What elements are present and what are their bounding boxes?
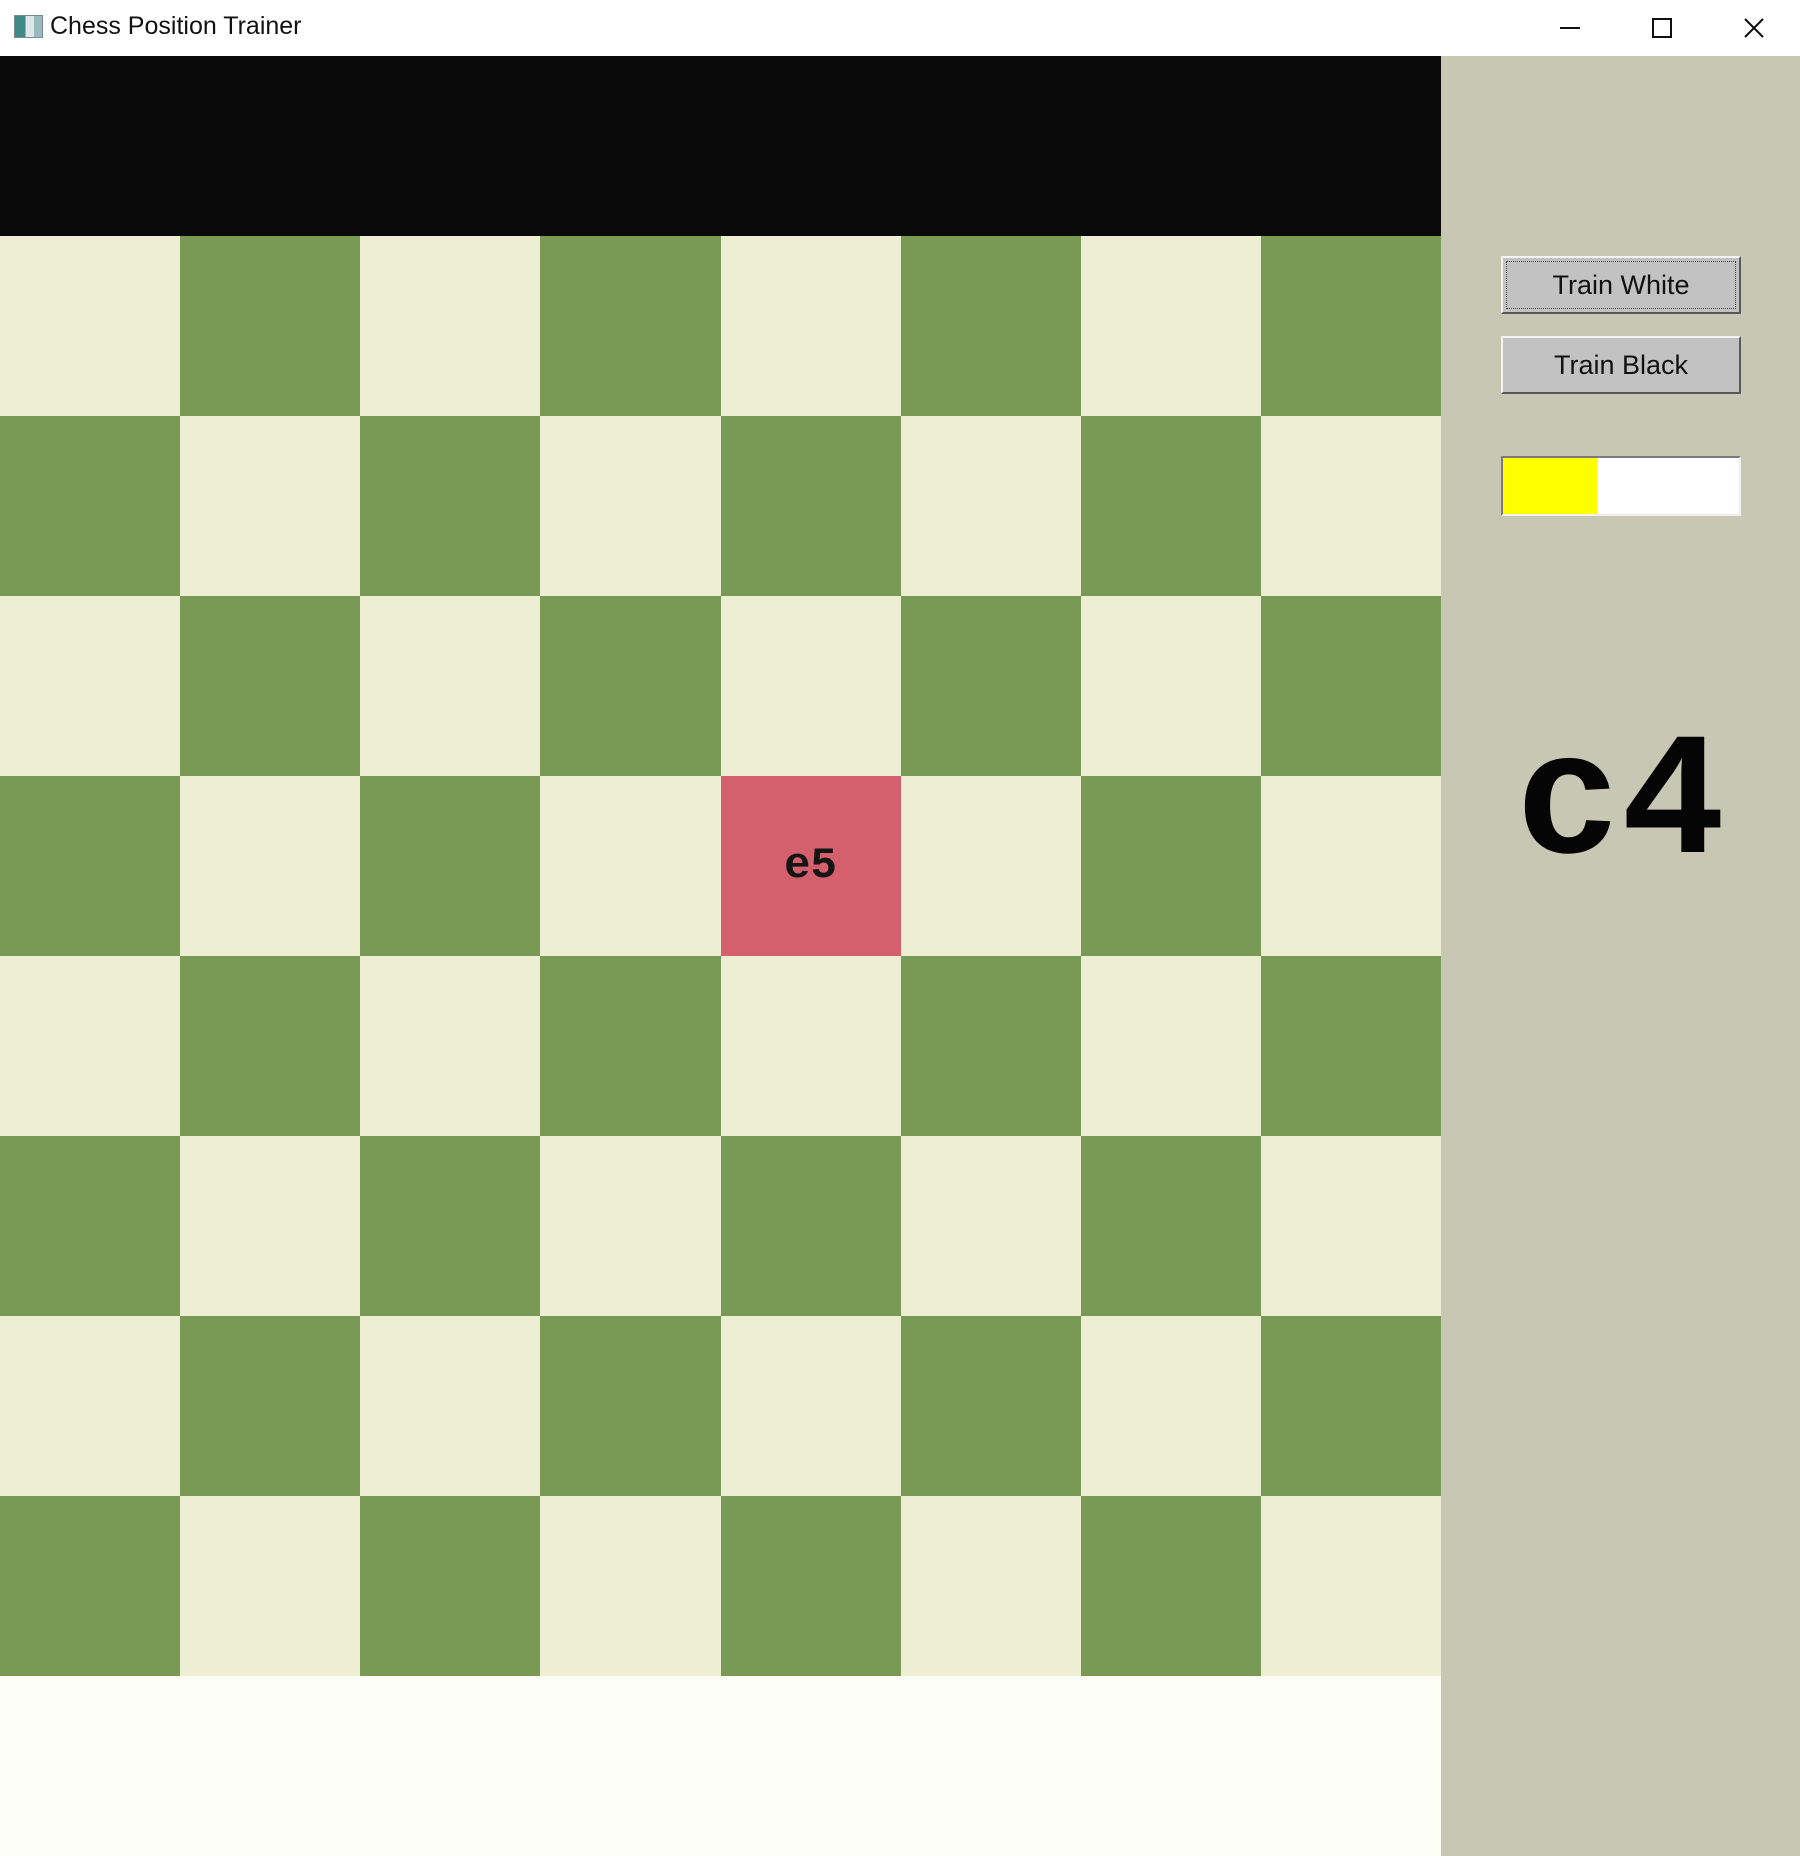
train-white-button[interactable]: Train White xyxy=(1501,256,1741,314)
board-square[interactable] xyxy=(180,1496,361,1676)
close-button[interactable] xyxy=(1708,0,1800,56)
board-square[interactable] xyxy=(0,596,181,776)
board-square[interactable] xyxy=(540,596,721,776)
board-square[interactable] xyxy=(1080,776,1261,956)
board-square[interactable] xyxy=(0,1316,181,1496)
board-square[interactable] xyxy=(540,1496,721,1676)
top-strip xyxy=(0,56,1441,236)
square-label: e5 xyxy=(784,841,837,891)
board-square[interactable] xyxy=(0,236,181,416)
board-square[interactable] xyxy=(0,1136,181,1316)
bottom-strip xyxy=(0,1676,1441,1856)
highlighted-square[interactable]: e5 xyxy=(720,776,901,956)
board-square[interactable] xyxy=(900,956,1081,1136)
board-square[interactable] xyxy=(1080,236,1261,416)
board-square[interactable] xyxy=(900,236,1081,416)
board-square[interactable] xyxy=(720,1136,901,1316)
maximize-button[interactable] xyxy=(1616,0,1708,56)
board-square[interactable] xyxy=(540,1316,721,1496)
board-square[interactable] xyxy=(180,416,361,596)
board-square[interactable] xyxy=(0,416,181,596)
board-square[interactable] xyxy=(540,236,721,416)
board-square[interactable] xyxy=(0,956,181,1136)
board-square[interactable] xyxy=(180,1316,361,1496)
board-square[interactable] xyxy=(540,956,721,1136)
board-square[interactable] xyxy=(360,1136,541,1316)
board-square[interactable] xyxy=(1260,1136,1441,1316)
board-square[interactable] xyxy=(900,776,1081,956)
board-square[interactable] xyxy=(1080,1496,1261,1676)
minimize-icon xyxy=(1560,27,1580,29)
board-square[interactable] xyxy=(900,1496,1081,1676)
chess-board: e5 xyxy=(0,236,1441,1676)
train-black-button[interactable]: Train Black xyxy=(1501,336,1741,394)
board-square[interactable] xyxy=(180,1136,361,1316)
board-square[interactable] xyxy=(360,1496,541,1676)
board-square[interactable] xyxy=(1260,236,1441,416)
target-square-label: c4 xyxy=(1515,706,1726,905)
board-square[interactable] xyxy=(1080,1316,1261,1496)
board-square[interactable] xyxy=(540,776,721,956)
board-square[interactable] xyxy=(1260,416,1441,596)
close-icon xyxy=(1744,18,1764,38)
board-square[interactable] xyxy=(1080,596,1261,776)
board-square[interactable] xyxy=(720,1316,901,1496)
board-square[interactable] xyxy=(1080,1136,1261,1316)
board-square[interactable] xyxy=(0,776,181,956)
board-square[interactable] xyxy=(720,1496,901,1676)
board-square[interactable] xyxy=(1260,956,1441,1136)
progress-fill xyxy=(1503,458,1598,514)
maximize-icon xyxy=(1652,18,1672,38)
board-square[interactable] xyxy=(720,596,901,776)
board-square[interactable] xyxy=(900,1136,1081,1316)
minimize-button[interactable] xyxy=(1524,0,1616,56)
board-square[interactable] xyxy=(180,776,361,956)
board-square[interactable] xyxy=(1080,416,1261,596)
board-square[interactable] xyxy=(720,236,901,416)
progress-bar xyxy=(1501,456,1741,516)
board-square[interactable] xyxy=(180,956,361,1136)
board-square[interactable] xyxy=(360,956,541,1136)
board-square[interactable] xyxy=(900,416,1081,596)
board-square[interactable] xyxy=(360,416,541,596)
board-square[interactable] xyxy=(540,1136,721,1316)
app-icon xyxy=(14,15,43,38)
board-square[interactable] xyxy=(540,416,721,596)
window-title: Chess Position Trainer xyxy=(50,12,302,40)
board-square[interactable] xyxy=(1080,956,1261,1136)
board-square[interactable] xyxy=(1260,776,1441,956)
board-square[interactable] xyxy=(720,416,901,596)
board-square[interactable] xyxy=(1260,596,1441,776)
board-square[interactable] xyxy=(900,1316,1081,1496)
board-square[interactable] xyxy=(180,236,361,416)
board-square[interactable] xyxy=(360,776,541,956)
board-square[interactable] xyxy=(360,1316,541,1496)
board-square[interactable] xyxy=(360,236,541,416)
board-square[interactable] xyxy=(360,596,541,776)
board-square[interactable] xyxy=(900,596,1081,776)
title-bar: Chess Position Trainer xyxy=(0,0,1800,56)
board-square[interactable] xyxy=(1260,1316,1441,1496)
side-panel: Train White Train Black c4 xyxy=(1441,56,1800,1856)
board-square[interactable] xyxy=(0,1496,181,1676)
board-square[interactable] xyxy=(1260,1496,1441,1676)
board-square[interactable] xyxy=(180,596,361,776)
board-square[interactable] xyxy=(720,956,901,1136)
board-area: e5 xyxy=(0,56,1441,1856)
